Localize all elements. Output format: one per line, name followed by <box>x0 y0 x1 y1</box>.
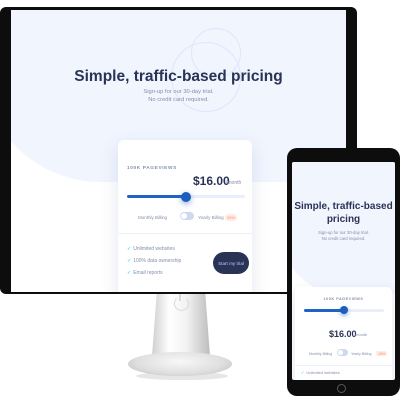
slider-thumb[interactable] <box>340 306 348 314</box>
mobile-page-title: pricing <box>326 214 361 225</box>
home-button[interactable] <box>337 384 346 393</box>
pageviews-slider[interactable] <box>127 191 245 202</box>
pageviews-label: 100K PAGEVIEWS <box>323 297 364 301</box>
discount-badge: -25% <box>376 351 387 356</box>
mobile-page-subtitle: Sign-up for our 30-day trial. <box>318 230 369 235</box>
check-icon: ✓ <box>127 246 132 252</box>
feature-item: ✓100% data ownership <box>127 258 182 264</box>
billing-toggle[interactable] <box>180 212 194 220</box>
toggle-thumb <box>181 213 187 219</box>
feature-item: ✓ Unlimited websites <box>301 370 340 375</box>
slider-fill <box>304 309 344 312</box>
billing-monthly-label: Monthly Billing <box>138 215 168 220</box>
page-subtitle: Sign-up for our 30-day trial. <box>143 89 214 95</box>
slider-fill <box>127 195 186 198</box>
page-title: Simple, traffic-based pricing <box>74 68 283 85</box>
slider-thumb[interactable] <box>181 191 191 202</box>
feature-item: ✓ Unlimited websites <box>127 246 175 252</box>
feature-item: ✓ Email reports <box>127 270 163 276</box>
billing-toggle[interactable] <box>337 349 348 356</box>
mobile-pricing-card: 100K PAGEVIEWS $16.00 /month Monthly Bil… <box>295 287 392 380</box>
monitor-stand-base <box>128 352 232 376</box>
pageviews-slider[interactable] <box>304 306 384 314</box>
hero-background <box>292 162 395 294</box>
card-divider <box>295 365 392 366</box>
mobile-screen: Simple, traffic-based pricing Sign-up fo… <box>292 162 395 380</box>
mobile-page-subtitle: No credit card required. <box>321 236 366 241</box>
check-icon: ✓ <box>127 270 132 276</box>
check-icon: ✓ <box>301 379 304 380</box>
check-icon: ✓ <box>301 370 305 375</box>
price-value: $16.00 <box>193 174 230 188</box>
billing-monthly-label: Monthly Billing <box>309 352 333 356</box>
price-period: /month <box>226 180 242 186</box>
feature-item: ✓100% data ownership <box>301 379 345 380</box>
discount-badge: 25% <box>225 214 238 221</box>
power-icon <box>174 294 189 311</box>
mobile-phone: Simple, traffic-based pricing Sign-up fo… <box>287 148 400 396</box>
card-divider <box>118 233 252 234</box>
billing-yearly-label: Yearly Billing <box>198 215 224 220</box>
mobile-page-title: Simple, traffic-based <box>294 201 393 212</box>
start-trial-button[interactable]: Start my trial <box>213 252 249 274</box>
check-icon: ✓ <box>127 258 132 264</box>
price-period: /month <box>355 332 368 337</box>
pricing-card: 100K PAGEVIEWS $16.00 /month Monthly Bil… <box>118 140 252 292</box>
billing-yearly-label: Yearly Billing <box>351 352 372 356</box>
price-value: $16.00 <box>329 329 357 339</box>
pageviews-label: 100K PAGEVIEWS <box>127 166 177 171</box>
page-subtitle: No credit card required. <box>148 97 209 103</box>
toggle-thumb <box>338 350 343 355</box>
